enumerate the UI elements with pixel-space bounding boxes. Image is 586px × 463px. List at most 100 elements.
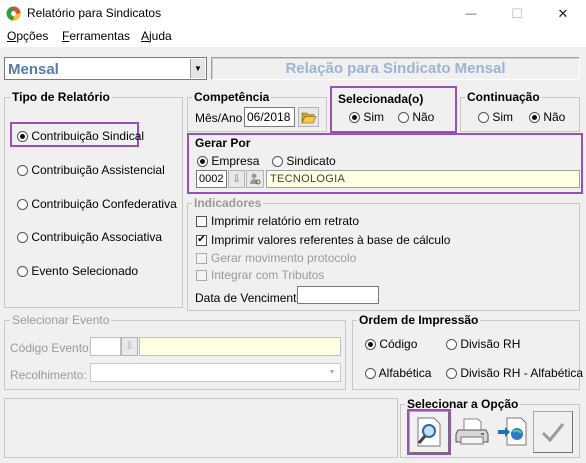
nao-label: Não [412, 110, 435, 124]
selecionada-sim[interactable]: Sim [349, 110, 384, 124]
evento-name-field [139, 337, 341, 356]
app-icon [6, 6, 21, 21]
empresa-code-input[interactable]: 0002 [196, 170, 227, 188]
radio-icon [398, 112, 409, 124]
chk-retrato[interactable]: Imprimir relatório em retrato [196, 214, 359, 228]
ordem-option-label: Alfabética [378, 366, 432, 380]
menu-ferramentas[interactable]: Ferramentas [62, 29, 130, 43]
recolhimento-label: Recolhimento: [10, 368, 87, 382]
tipo-option-label: Contribuição Sindical [31, 129, 145, 143]
window-title: Relatório para Sindicatos [27, 6, 162, 20]
maximize-icon: ☐ [511, 5, 523, 21]
tipo-option-3[interactable]: Contribuição Associativa [17, 230, 162, 244]
continuacao-nao[interactable]: Não [529, 110, 565, 124]
export-button[interactable] [493, 411, 533, 453]
menu-ferramentas-label: erramentas [69, 29, 131, 43]
print-button[interactable] [452, 411, 492, 453]
sim-label: Sim [363, 110, 385, 124]
empresa-name-field: TECNOLOGIA [266, 170, 580, 188]
radio-icon [365, 368, 376, 380]
minimize-button[interactable]: — [448, 0, 494, 27]
radio-icon [446, 368, 457, 380]
mode-select[interactable]: Mensal ▼ [4, 57, 207, 80]
empresa-label: Empresa [211, 154, 260, 168]
ordem-option-0[interactable]: Código [365, 337, 417, 351]
lookup-button[interactable]: ⇩ [228, 170, 245, 188]
search-person-button[interactable] [246, 170, 264, 188]
continuacao-label: Continuação [465, 90, 542, 104]
tipo-option-label: Contribuição Confederativa [31, 197, 177, 211]
maximize-button[interactable]: ☐ [494, 0, 540, 27]
radio-icon [17, 131, 28, 143]
evento-lookup-button: ⇩ [121, 337, 138, 356]
vencimento-input[interactable] [297, 286, 379, 304]
mode-value: Mensal [8, 61, 59, 78]
chk-tributos: Integrar com Tributos [196, 268, 324, 282]
chk-label: Imprimir relatório em retrato [211, 214, 360, 228]
sindicato-label: Sindicato [286, 154, 336, 168]
radio-icon [478, 112, 489, 124]
selecionada-nao[interactable]: Não [398, 110, 434, 124]
ordem-option-2[interactable]: Alfabética [365, 366, 431, 380]
radio-icon [17, 165, 28, 177]
close-button[interactable]: ✕ [540, 0, 586, 27]
tipo-option-4[interactable]: Evento Selecionado [17, 264, 138, 278]
competencia-label: Competência [192, 90, 272, 104]
radio-icon [529, 112, 540, 124]
ordem-option-label: Divisão RH - Alfabética [460, 366, 584, 380]
tipo-option-2[interactable]: Contribuição Confederativa [17, 197, 177, 211]
menu-opcoes[interactable]: Opções [7, 29, 48, 43]
printer-icon [455, 418, 489, 445]
radio-icon [365, 339, 376, 351]
chk-label: Integrar com Tributos [211, 268, 325, 282]
tipo-option-0[interactable]: Contribuição Sindical [17, 129, 144, 143]
chk-base-calculo[interactable]: ✔ Imprimir valores referentes à base de c… [196, 233, 450, 247]
radio-icon [349, 112, 360, 124]
close-icon: ✕ [557, 5, 569, 21]
folder-open-button[interactable] [298, 107, 319, 127]
menu-opcoes-label: pções [16, 29, 49, 43]
tipo-option-label: Contribuição Assistencial [31, 163, 165, 177]
arrow-down-icon: ⇩ [125, 341, 134, 352]
radio-icon [17, 199, 28, 211]
export-icon [498, 417, 527, 446]
radio-icon [197, 156, 208, 168]
codigo-evento-label: Código Evento: [10, 341, 93, 355]
gerar-empresa[interactable]: Empresa [197, 154, 259, 168]
selecionada-label: Selecionada(o) [338, 92, 424, 106]
ordem-option-1[interactable]: Divisão RH [446, 337, 520, 351]
chk-movimento: Gerar movimento protocolo [196, 251, 356, 265]
indicadores-label: Indicadores [192, 196, 264, 210]
gerar-por-label: Gerar Por [195, 136, 251, 150]
checkmark-icon: ✔ [196, 234, 207, 246]
ordem-option-3[interactable]: Divisão RH - Alfabética [446, 366, 583, 380]
radio-icon [17, 266, 28, 278]
checkbox-icon [196, 252, 207, 264]
menu-ajuda-label: juda [149, 29, 172, 43]
chk-label: Gerar movimento protocolo [211, 251, 357, 265]
tipo-option-label: Evento Selecionado [31, 264, 139, 278]
bottom-empty-panel [4, 398, 398, 458]
codigo-evento-input [90, 337, 121, 356]
report-title: Relação para Sindicato Mensal [211, 57, 580, 80]
chevron-down-icon: ▼ [328, 369, 336, 376]
gerar-sindicato[interactable]: Sindicato [272, 154, 336, 168]
mes-ano-label: Mês/Ano [195, 111, 243, 125]
continuacao-sim[interactable]: Sim [478, 110, 513, 124]
arrow-down-icon: ⇩ [232, 173, 241, 185]
menu-ajuda[interactable]: Ajuda [141, 29, 172, 43]
ordem-option-label: Divisão RH [460, 337, 521, 351]
radio-icon [17, 232, 28, 244]
tipo-relatorio-label: Tipo de Relatório [10, 90, 112, 104]
chevron-down-icon[interactable]: ▼ [190, 59, 205, 78]
confirm-button[interactable] [533, 411, 573, 453]
tipo-option-1[interactable]: Contribuição Assistencial [17, 163, 165, 177]
checkbox-icon [196, 269, 207, 281]
radio-icon [272, 156, 283, 168]
checkbox-icon [196, 215, 207, 227]
nao-label: Não [543, 110, 566, 124]
preview-highlight [407, 409, 451, 455]
person-search-icon [250, 173, 261, 185]
mes-ano-input[interactable]: 06/2018 [244, 107, 295, 127]
recolhimento-select: ▼ [90, 363, 341, 382]
